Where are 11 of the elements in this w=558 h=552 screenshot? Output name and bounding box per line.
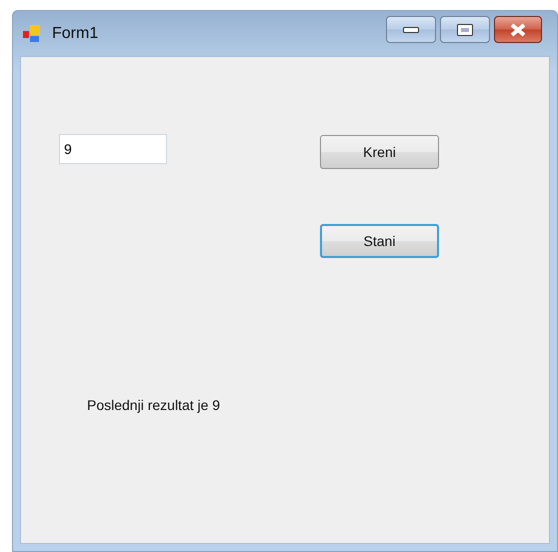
close-icon: [509, 22, 527, 36]
form-button[interactable]: Kreni: [320, 135, 439, 169]
number-field[interactable]: 9: [59, 134, 167, 164]
window-title: Form1: [52, 24, 98, 44]
form-button[interactable]: Stani: [320, 224, 439, 258]
maximize-button[interactable]: [440, 16, 490, 43]
minimize-icon: [403, 26, 419, 32]
close-button[interactable]: [494, 16, 542, 43]
minimize-button[interactable]: [386, 16, 436, 43]
result-label: Poslednji rezultat je 9: [87, 396, 220, 415]
restore-icon: [457, 24, 473, 36]
